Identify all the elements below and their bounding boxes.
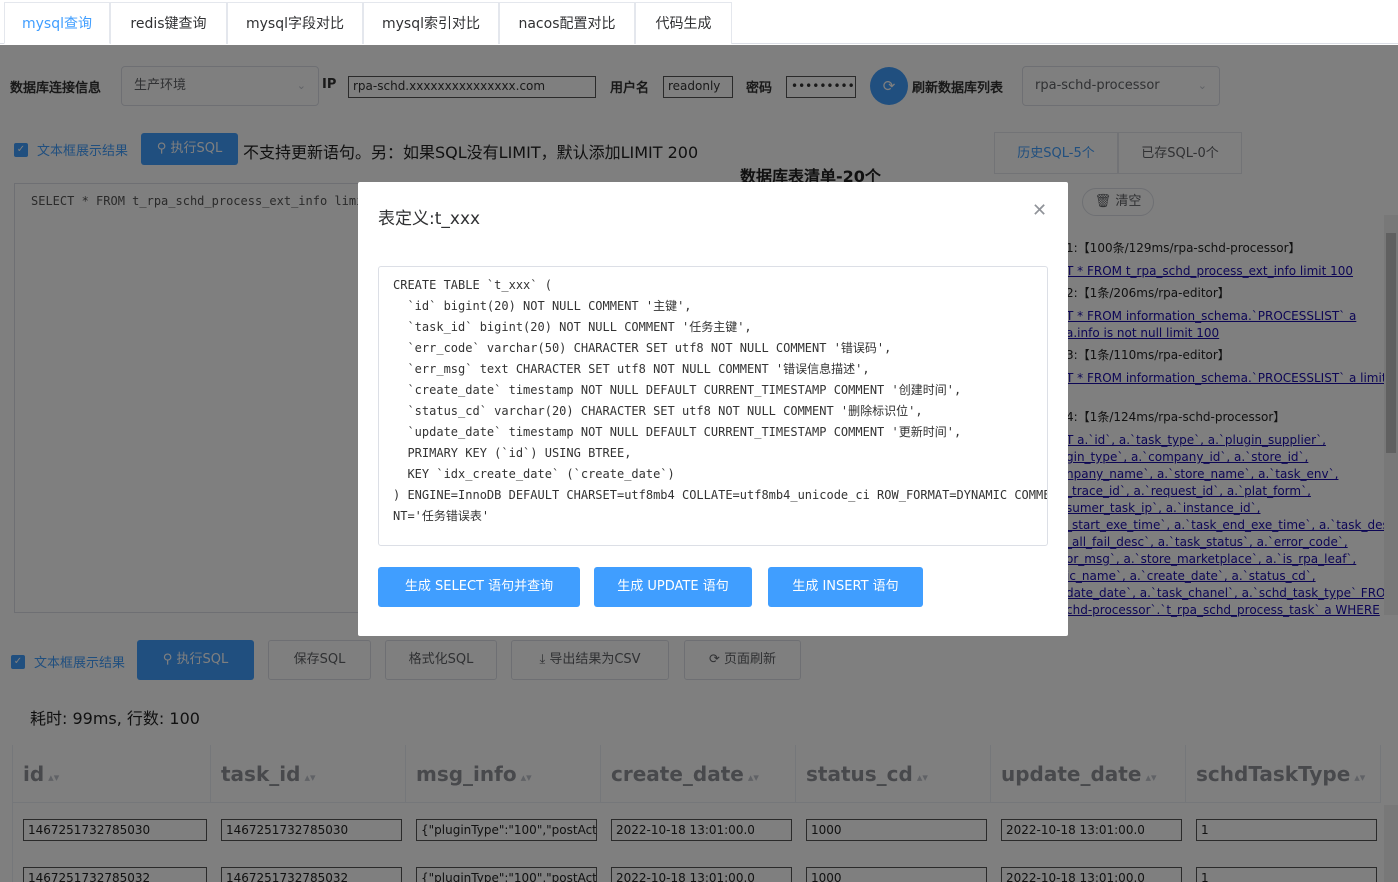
generate-select-button[interactable]: 生成 SELECT 语句并查询 xyxy=(378,567,580,607)
tab-code-gen[interactable]: 代码生成 xyxy=(635,2,732,44)
tab-mysql-index-compare[interactable]: mysql索引对比 xyxy=(363,2,499,44)
dialog-title: 表定义:t_xxx xyxy=(378,209,481,229)
close-icon[interactable]: ✕ xyxy=(1032,200,1047,221)
ddl-textarea[interactable]: CREATE TABLE `t_xxx` ( `id` bigint(20) N… xyxy=(378,266,1048,546)
table-definition-dialog: 表定义:t_xxx ✕ CREATE TABLE `t_xxx` ( `id` … xyxy=(358,182,1068,636)
tab-nacos-compare[interactable]: nacos配置对比 xyxy=(499,2,635,44)
tab-mysql-query[interactable]: mysql查询 xyxy=(4,2,110,44)
tab-redis-query[interactable]: redis键查询 xyxy=(110,2,227,44)
generate-insert-button[interactable]: 生成 INSERT 语句 xyxy=(768,567,923,607)
generate-update-button[interactable]: 生成 UPDATE 语句 xyxy=(594,567,752,607)
tab-mysql-field-compare[interactable]: mysql字段对比 xyxy=(227,2,363,44)
top-tab-bar: mysql查询 redis键查询 mysql字段对比 mysql索引对比 nac… xyxy=(0,0,1398,44)
